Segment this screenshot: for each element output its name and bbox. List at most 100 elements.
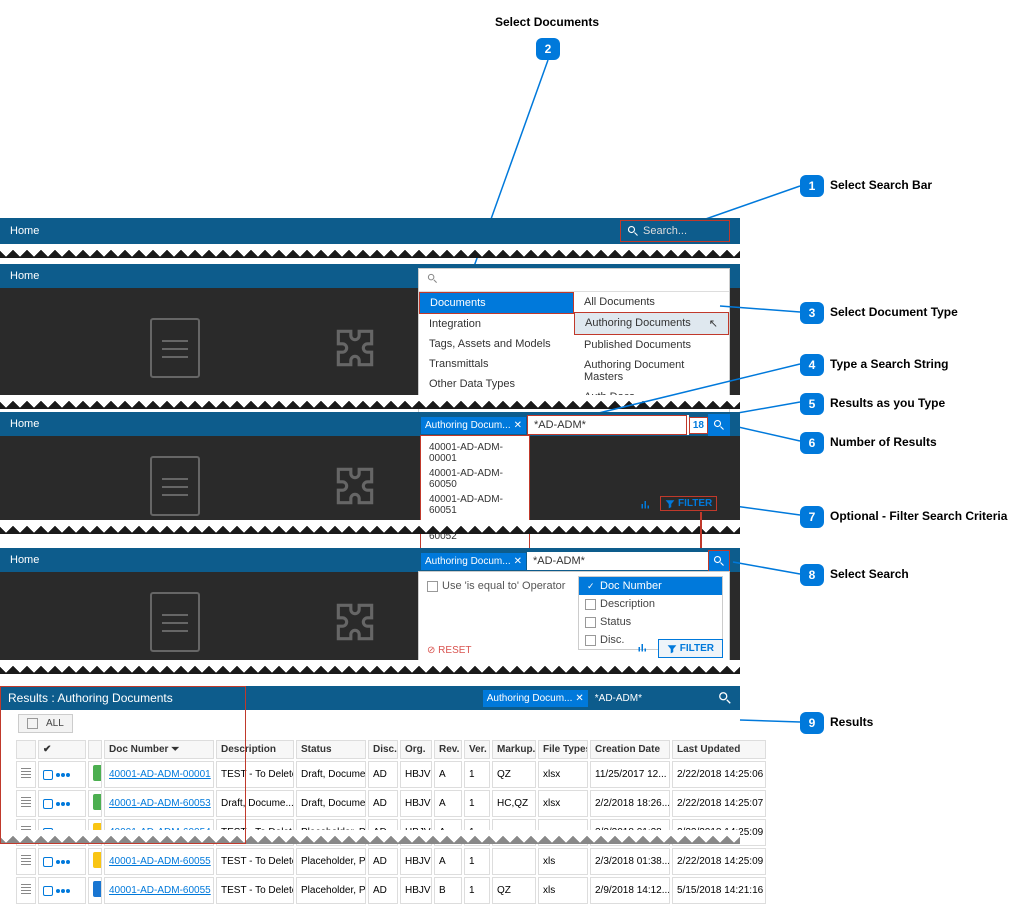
- cell-org: HBJV: [400, 761, 432, 788]
- result-count: 18: [689, 417, 708, 434]
- col-status[interactable]: Status: [296, 740, 366, 759]
- search-type-chip[interactable]: Authoring Docum...✕: [420, 416, 527, 435]
- search-input[interactable]: Search...: [620, 220, 730, 242]
- cell-disc: AD: [368, 761, 398, 788]
- category-transmittals[interactable]: Transmittals: [419, 354, 574, 374]
- col-creation-date[interactable]: Creation Date: [590, 740, 670, 759]
- type-all-documents[interactable]: All Documents: [574, 292, 729, 312]
- document-icon: [150, 592, 200, 652]
- col-last-updated[interactable]: Last Updated: [672, 740, 766, 759]
- callout-6-badge: 6: [800, 432, 824, 454]
- category-other[interactable]: Other Data Types: [419, 374, 574, 394]
- search-type-chip[interactable]: Authoring Docum...✕: [482, 689, 589, 708]
- col-markup[interactable]: Markup...: [492, 740, 536, 759]
- cell-description: TEST - To Delete QZ: [216, 761, 294, 788]
- search-text-input[interactable]: *AD-ADM*: [527, 552, 708, 570]
- type-authoring-masters[interactable]: Authoring Document Masters: [574, 355, 729, 387]
- dropdown-search-icon[interactable]: [419, 269, 729, 292]
- cell-disc: AD: [368, 877, 398, 904]
- search-button[interactable]: [708, 550, 730, 572]
- cell-markup: QZ: [492, 761, 536, 788]
- col-disc[interactable]: Disc.: [368, 740, 398, 759]
- close-icon[interactable]: ✕: [575, 693, 583, 704]
- col-doc-number[interactable]: Doc Number ⏷: [104, 740, 214, 759]
- callout-9-label: Results: [830, 715, 873, 729]
- callout-6-label: Number of Results: [830, 435, 937, 449]
- cell-rev: A: [434, 848, 462, 875]
- results-table: ✔ Doc Number ⏷ Description Status Disc. …: [14, 738, 768, 906]
- chart-icon[interactable]: [637, 641, 649, 653]
- callout-2-label: Select Documents: [495, 15, 599, 29]
- filter-field-status[interactable]: Status: [579, 613, 722, 631]
- cell-creation-date: 2/2/2018 18:26...: [590, 790, 670, 817]
- chart-icon[interactable]: [640, 498, 652, 510]
- table-row[interactable]: 40001-AD-ADM-60053 Draft, Docume... Draf…: [16, 790, 766, 817]
- more-icon[interactable]: [56, 889, 60, 893]
- category-tags[interactable]: Tags, Assets and Models: [419, 334, 574, 354]
- more-icon[interactable]: [56, 773, 60, 777]
- doc-number-link[interactable]: 40001-AD-ADM-60055: [109, 885, 211, 896]
- col-org[interactable]: Org.: [400, 740, 432, 759]
- type-authoring-documents[interactable]: Authoring Documents↖: [574, 312, 729, 335]
- category-documents[interactable]: Documents: [419, 292, 574, 314]
- cell-filetype: xlsx: [538, 761, 588, 788]
- more-icon[interactable]: [56, 802, 60, 806]
- close-icon[interactable]: ✕: [514, 420, 522, 431]
- cell-creation-date: 11/25/2017 12...: [590, 761, 670, 788]
- col-description[interactable]: Description: [216, 740, 294, 759]
- search-text-display: *AD-ADM*: [589, 690, 648, 707]
- table-row[interactable]: 40001-AD-ADM-00001 TEST - To Delete QZ D…: [16, 761, 766, 788]
- search-button[interactable]: [708, 414, 730, 436]
- drag-icon[interactable]: [21, 855, 31, 865]
- document-icon: [150, 318, 200, 378]
- search-text-input[interactable]: *AD-ADM*: [527, 415, 687, 435]
- suggestion-item[interactable]: 40001-AD-ADM-60051: [429, 492, 521, 518]
- category-integration[interactable]: Integration: [419, 314, 574, 334]
- callout-3-badge: 3: [800, 302, 824, 324]
- callout-5-badge: 5: [800, 393, 824, 415]
- close-icon[interactable]: ✕: [514, 556, 522, 567]
- type-published-documents[interactable]: Published Documents: [574, 335, 729, 355]
- reset-button[interactable]: ⊘ RESET: [427, 645, 472, 656]
- cell-rev: B: [434, 877, 462, 904]
- search-icon: [627, 225, 639, 237]
- apply-filter-button[interactable]: FILTER: [658, 639, 723, 658]
- doc-number-link[interactable]: 40001-AD-ADM-60055: [109, 856, 211, 867]
- filter-field-description[interactable]: Description: [579, 595, 722, 613]
- table-row[interactable]: 40001-AD-ADM-60055 TEST - To Delete QZ P…: [16, 848, 766, 875]
- tree-icon[interactable]: [43, 886, 53, 896]
- tree-icon[interactable]: [43, 770, 53, 780]
- doc-number-link[interactable]: 40001-AD-ADM-60053: [109, 798, 211, 809]
- drag-icon[interactable]: [21, 768, 31, 778]
- filter-button[interactable]: FILTER: [660, 496, 717, 511]
- cell-description: TEST - To Delete QZ: [216, 848, 294, 875]
- callout-7-badge: 7: [800, 506, 824, 528]
- col-file-types[interactable]: File Types: [538, 740, 588, 759]
- filter-panel: Use 'is equal to' Operator Doc Number De…: [418, 571, 730, 663]
- puzzle-icon: [330, 597, 380, 647]
- search-type-chip[interactable]: Authoring Docum...✕: [420, 552, 527, 571]
- page-title: Home: [10, 270, 39, 282]
- cell-status: Draft, Docume...: [296, 761, 366, 788]
- cell-creation-date: 2/9/2018 14:12...: [590, 877, 670, 904]
- callout-1-badge: 1: [800, 175, 824, 197]
- callout-4-label: Type a Search String: [830, 357, 948, 371]
- search-icon[interactable]: [718, 691, 732, 705]
- suggestion-item[interactable]: 40001-AD-ADM-00001: [429, 440, 521, 466]
- all-filter-chip[interactable]: ALL: [18, 714, 73, 733]
- cell-filetype: xls: [538, 877, 588, 904]
- drag-icon[interactable]: [21, 797, 31, 807]
- tree-icon[interactable]: [43, 857, 53, 867]
- suggestion-item[interactable]: 40001-AD-ADM-60050: [429, 466, 521, 492]
- callout-9-badge: 9: [800, 712, 824, 734]
- col-rev[interactable]: Rev.: [434, 740, 462, 759]
- table-row[interactable]: 40001-AD-ADM-60055 TEST - To Delete QZ P…: [16, 877, 766, 904]
- more-icon[interactable]: [56, 860, 60, 864]
- doc-number-link[interactable]: 40001-AD-ADM-00001: [109, 769, 211, 780]
- header-bar-1: Home Search...: [0, 218, 740, 244]
- tree-icon[interactable]: [43, 799, 53, 809]
- file-badge-icon: [93, 881, 102, 897]
- col-ver[interactable]: Ver.: [464, 740, 490, 759]
- drag-icon[interactable]: [21, 884, 31, 894]
- filter-field-doc-number[interactable]: Doc Number: [579, 577, 722, 595]
